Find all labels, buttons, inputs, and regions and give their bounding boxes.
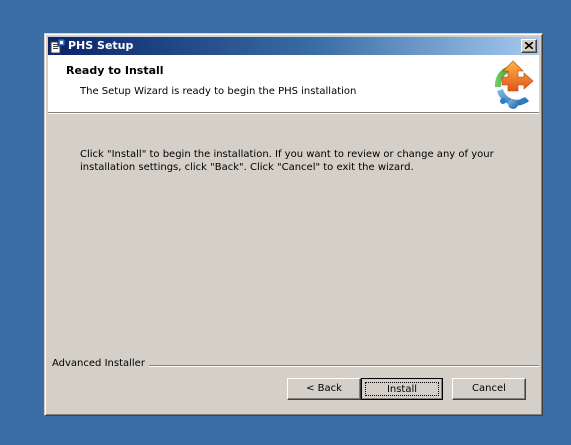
back-button[interactable]: < Back (287, 378, 361, 400)
setup-app-icon (50, 38, 66, 54)
brand-label: Advanced Installer (52, 358, 149, 369)
page-title: Ready to Install (66, 64, 164, 77)
install-button[interactable]: Install (361, 378, 443, 400)
setup-dialog: PHS Setup Ready to Install The Setup Wiz… (44, 33, 543, 416)
close-icon (525, 42, 533, 49)
title-bar[interactable]: PHS Setup (48, 37, 539, 55)
cancel-button[interactable]: Cancel (452, 378, 526, 400)
installer-logo-icon (494, 60, 534, 109)
instruction-text: Click "Install" to begin the installatio… (80, 149, 494, 173)
desktop: PHS Setup Ready to Install The Setup Wiz… (0, 0, 571, 445)
close-button[interactable] (521, 39, 537, 53)
wizard-header: Ready to Install The Setup Wizard is rea… (48, 55, 539, 112)
install-button-label: Install (365, 382, 439, 396)
window-title: PHS Setup (68, 39, 134, 52)
page-subtitle: The Setup Wizard is ready to begin the P… (80, 86, 357, 97)
header-separator (48, 112, 539, 114)
